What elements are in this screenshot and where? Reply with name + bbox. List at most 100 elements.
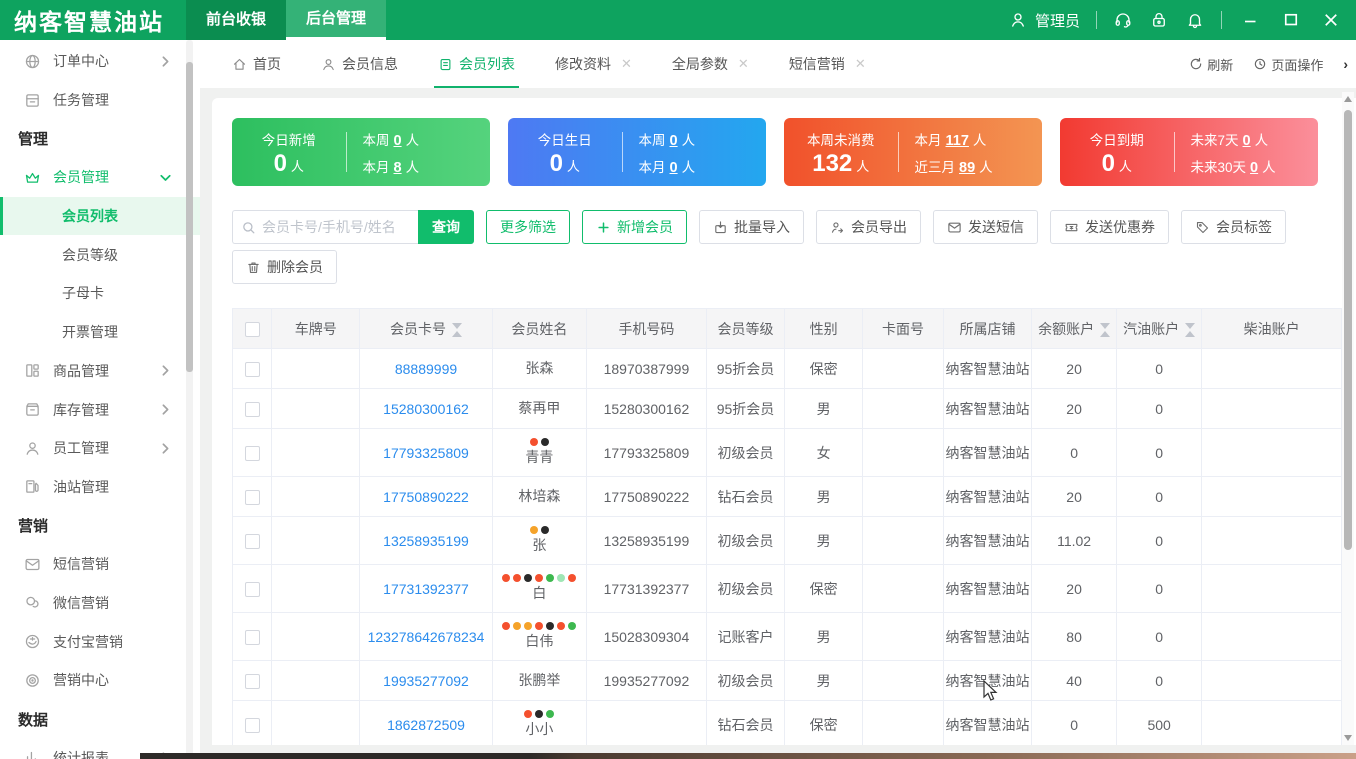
goods-icon [24, 362, 41, 379]
sort-icon[interactable] [1185, 323, 1195, 337]
stat-row-number[interactable]: 0 [394, 133, 402, 149]
stat-row-number[interactable]: 0 [1243, 133, 1251, 149]
cell-level: 初级会员 [706, 429, 784, 477]
sidebar-scrollbar[interactable] [186, 40, 193, 759]
column-header-gas[interactable]: 汽油账户 [1117, 309, 1202, 349]
sidebar-item-4[interactable]: 会员列表 [0, 197, 200, 236]
column-label: 会员等级 [717, 321, 773, 337]
tab-5[interactable]: 短信营销✕ [789, 40, 866, 88]
sidebar-item-9[interactable]: 库存管理 [0, 390, 200, 429]
stat-row-number[interactable]: 0 [670, 133, 678, 149]
sort-icon[interactable] [1100, 323, 1110, 337]
tab-0[interactable]: 首页 [232, 40, 281, 88]
stat-card-value: 0人 [232, 152, 346, 176]
column-header-card[interactable]: 会员卡号 [360, 309, 492, 349]
minimize-button[interactable] [1242, 11, 1260, 29]
toolbar-button-发送短信[interactable]: 发送短信 [933, 210, 1038, 244]
stat-row-number[interactable]: 89 [959, 160, 975, 176]
maximize-button[interactable] [1282, 11, 1300, 29]
member-card-link[interactable]: 13258935199 [383, 533, 469, 549]
tab-2[interactable]: 会员列表 [438, 40, 515, 88]
stat-row-number[interactable]: 0 [670, 160, 678, 176]
row-checkbox[interactable] [245, 534, 260, 549]
stat-row-number[interactable]: 8 [394, 160, 402, 176]
lock-icon[interactable] [1149, 10, 1169, 30]
stat-row-number[interactable]: 0 [1250, 160, 1258, 176]
row-checkbox[interactable] [245, 718, 260, 733]
member-card-link[interactable]: 88889999 [395, 361, 457, 377]
toolbar-button-更多筛选[interactable]: 更多筛选 [486, 210, 570, 244]
user-menu[interactable]: 管理员 [1008, 10, 1080, 31]
tab-4[interactable]: 全局参数✕ [672, 40, 749, 88]
sidebar-item-1[interactable]: 任务管理 [0, 81, 200, 120]
bell-icon[interactable] [1185, 10, 1205, 30]
sidebar-item-8[interactable]: 商品管理 [0, 352, 200, 391]
toolbar-button-发送优惠券[interactable]: 发送优惠券 [1050, 210, 1169, 244]
cell-level: 初级会员 [706, 661, 784, 701]
sidebar-item-6[interactable]: 子母卡 [0, 274, 200, 313]
tab-close-icon[interactable]: ✕ [621, 56, 632, 72]
sidebar-item-7[interactable]: 开票管理 [0, 313, 200, 352]
row-checkbox[interactable] [245, 490, 260, 505]
member-card-link[interactable]: 17793325809 [383, 445, 469, 461]
toolbar-button-会员标签[interactable]: 会员标签 [1181, 210, 1286, 244]
toolbar-button-新增会员[interactable]: 新增会员 [582, 210, 687, 244]
page-ops-button[interactable]: 页面操作 [1253, 55, 1323, 74]
member-card-link[interactable]: 1862872509 [387, 717, 465, 733]
row-checkbox[interactable] [245, 362, 260, 377]
sort-icon[interactable] [452, 323, 462, 337]
scroll-up-icon[interactable] [1344, 96, 1352, 102]
member-card-link[interactable]: 123278642678234 [368, 629, 485, 645]
search-input[interactable] [262, 219, 410, 235]
sidebar-item-11[interactable]: 油站管理 [0, 468, 200, 507]
nav-backend-admin[interactable]: 后台管理 [286, 0, 386, 40]
tab-close-icon[interactable]: ✕ [738, 56, 749, 72]
chevron-right-icon[interactable]: › [1343, 56, 1348, 72]
sidebar-item-15[interactable]: 支付宝营销 [0, 622, 200, 661]
sidebar-item-13[interactable]: 短信营销 [0, 545, 200, 584]
cell-card: 15280300162 [360, 389, 492, 429]
cell-diesel [1202, 349, 1342, 389]
stat-row-number[interactable]: 117 [946, 133, 969, 149]
cell-checkbox [233, 477, 272, 517]
cell-gas: 0 [1117, 477, 1202, 517]
tab-close-icon[interactable]: ✕ [855, 56, 866, 72]
sidebar-item-14[interactable]: 微信营销 [0, 584, 200, 623]
row-checkbox[interactable] [245, 582, 260, 597]
column-header-balance[interactable]: 余额账户 [1032, 309, 1117, 349]
scroll-down-icon[interactable] [1344, 735, 1352, 741]
refresh-button[interactable]: 刷新 [1189, 55, 1233, 74]
tag-dot-red [502, 574, 510, 582]
content-scrollbar[interactable] [1342, 92, 1354, 745]
toolbar-button-批量导入[interactable]: 批量导入 [699, 210, 804, 244]
member-card-link[interactable]: 19935277092 [383, 673, 469, 689]
sidebar-item-0[interactable]: 订单中心 [0, 42, 200, 81]
sidebar-item-10[interactable]: 员工管理 [0, 429, 200, 468]
member-card-link[interactable]: 17750890222 [383, 489, 469, 505]
member-card-link[interactable]: 17731392377 [383, 581, 469, 597]
row-checkbox[interactable] [245, 402, 260, 417]
row-checkbox[interactable] [245, 674, 260, 689]
toolbar-button-删除会员[interactable]: 删除会员 [232, 250, 337, 284]
headset-icon[interactable] [1113, 10, 1133, 30]
content-scrollbar-thumb[interactable] [1344, 110, 1352, 550]
content-area: 今日新增0人本周0人本月8人今日生日0人本周0人本月0人本周未消费132人本月1… [200, 88, 1356, 759]
sidebar-item-3[interactable]: 会员管理 [0, 158, 200, 197]
cell-store: 纳客智慧油站 [943, 389, 1031, 429]
tab-1[interactable]: 会员信息 [321, 40, 398, 88]
select-all-checkbox[interactable] [245, 322, 260, 337]
sidebar-item-16[interactable]: 营销中心 [0, 661, 200, 700]
stat-row-unit: 人 [1255, 133, 1269, 148]
column-label: 所属店铺 [959, 321, 1015, 337]
row-checkbox[interactable] [245, 446, 260, 461]
tab-3[interactable]: 修改资料✕ [555, 40, 632, 88]
row-checkbox[interactable] [245, 630, 260, 645]
close-button[interactable] [1322, 11, 1340, 29]
member-card-link[interactable]: 15280300162 [383, 401, 469, 417]
query-button[interactable]: 查询 [418, 210, 474, 244]
toolbar-button-会员导出[interactable]: 会员导出 [816, 210, 921, 244]
wechat-icon [24, 594, 41, 611]
sidebar-item-5[interactable]: 会员等级 [0, 235, 200, 274]
sidebar-scrollbar-thumb[interactable] [186, 62, 193, 372]
nav-front-cashier[interactable]: 前台收银 [186, 0, 286, 40]
